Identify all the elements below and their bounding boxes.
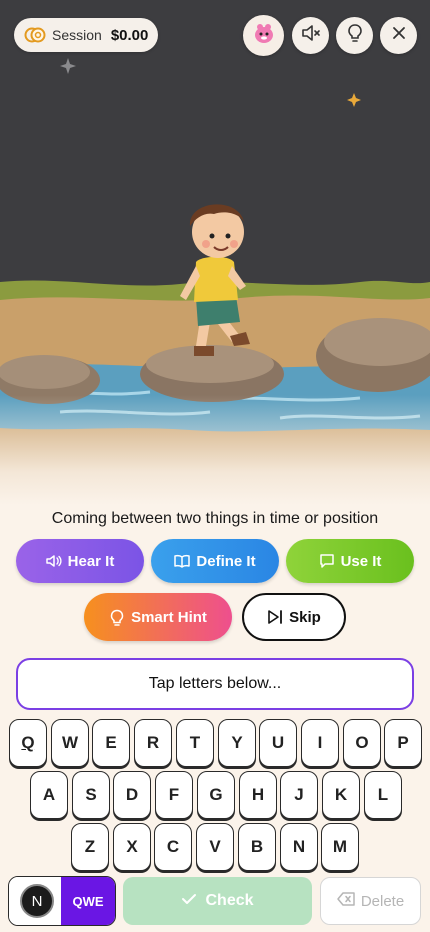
key-d[interactable]: D [113,771,151,819]
layout-toggle-left: N [9,877,61,925]
scene-illustration [0,0,430,505]
mute-icon [301,24,321,47]
key-t[interactable]: T [176,719,214,767]
key-o[interactable]: O [343,719,381,767]
session-earnings-pill: Session $0.00 [14,18,158,52]
key-v[interactable]: V [196,823,234,871]
close-button[interactable] [380,17,417,54]
n-badge: N [20,884,54,918]
skip-button[interactable]: Skip [242,593,346,641]
chat-bubble-icon [319,553,335,569]
key-w[interactable]: W [51,719,89,767]
define-it-label: Define It [196,552,256,570]
key-i[interactable]: I [301,719,339,767]
hear-it-button[interactable]: Hear It [16,539,144,583]
book-icon [174,553,191,569]
smart-hint-button[interactable]: Smart Hint [84,593,232,641]
key-a[interactable]: A [30,771,68,819]
key-s[interactable]: S [72,771,110,819]
lightbulb-icon [109,609,125,626]
key-y[interactable]: Y [218,719,256,767]
skip-label: Skip [289,608,321,626]
mascot-icon [251,20,277,51]
close-icon [392,26,406,45]
use-it-label: Use It [340,552,382,570]
use-it-button[interactable]: Use It [286,539,414,583]
key-h[interactable]: H [239,771,277,819]
scene-fade [0,395,430,505]
layout-label: QWE [61,877,115,925]
keyboard-layout-toggle[interactable]: N QWE [8,876,116,926]
key-z[interactable]: Z [71,823,109,871]
key-n[interactable]: N [280,823,318,871]
delete-label: Delete [360,892,405,910]
key-l[interactable]: L [364,771,402,819]
delete-button[interactable]: Delete [320,877,421,925]
word-definition: Coming between two things in time or pos… [51,510,379,527]
backspace-icon [337,892,355,910]
check-button[interactable]: Check [123,877,312,925]
key-q[interactable]: Q [9,719,47,767]
key-j[interactable]: J [280,771,318,819]
key-b[interactable]: B [238,823,276,871]
hint-button[interactable] [336,17,373,54]
key-u[interactable]: U [259,719,297,767]
speaker-icon [45,553,62,569]
key-p[interactable]: P [384,719,422,767]
session-value: $0.00 [110,26,149,44]
key-f[interactable]: F [155,771,193,819]
smart-hint-label: Smart Hint [131,608,207,626]
answer-placeholder: Tap letters below... [148,675,282,692]
session-label: Session [52,27,102,43]
key-x[interactable]: X [113,823,151,871]
key-m[interactable]: M [321,823,359,871]
key-k[interactable]: K [322,771,360,819]
mascot-button[interactable] [243,15,284,56]
key-c[interactable]: C [154,823,192,871]
define-it-button[interactable]: Define It [151,539,279,583]
key-r[interactable]: R [134,719,172,767]
coins-icon [24,26,46,44]
lightbulb-icon [347,23,363,48]
checkmark-icon [181,892,197,911]
check-label: Check [205,892,254,909]
key-e[interactable]: E [92,719,130,767]
skip-forward-icon [267,609,283,625]
mute-button[interactable] [292,17,329,54]
key-g[interactable]: G [197,771,235,819]
hear-it-label: Hear It [67,552,115,570]
answer-input-box[interactable]: Tap letters below... [16,658,414,710]
